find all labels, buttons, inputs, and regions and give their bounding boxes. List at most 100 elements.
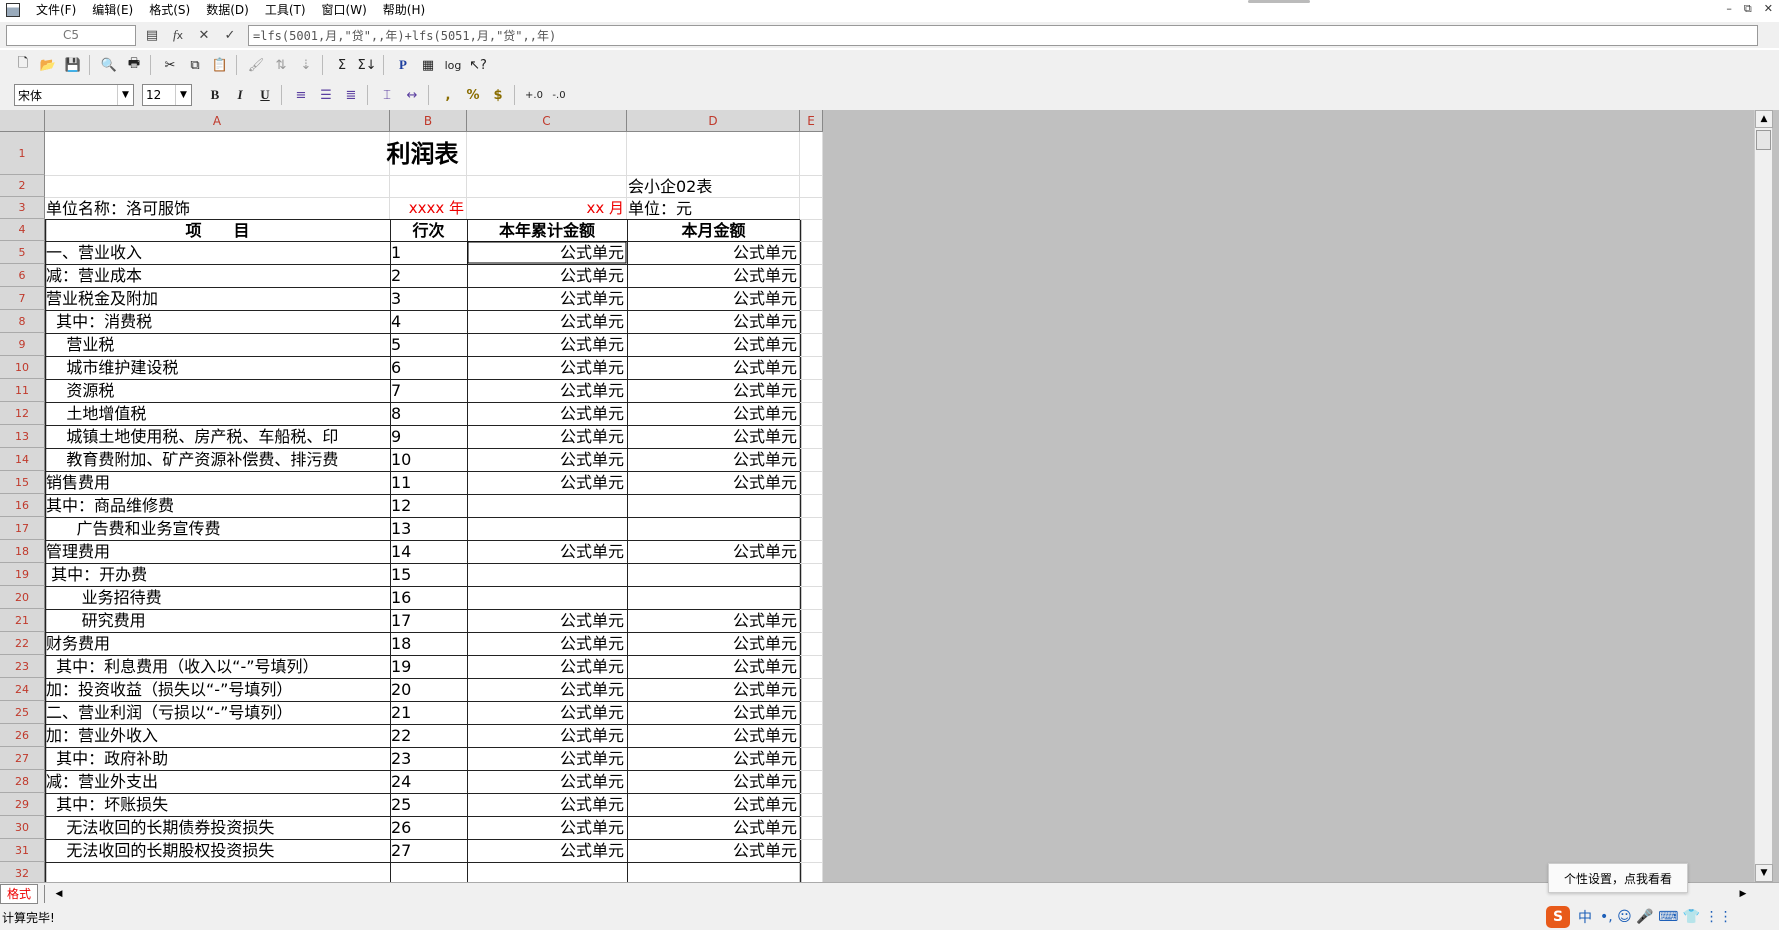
- row-header[interactable]: 1: [0, 132, 45, 175]
- cell-b14[interactable]: 10: [391, 449, 466, 471]
- cell-b3[interactable]: xxxx 年: [391, 198, 466, 219]
- cell-a16[interactable]: 其中：商品维修费: [46, 495, 389, 517]
- sogou-logo-icon[interactable]: S: [1546, 906, 1570, 928]
- cell-c8[interactable]: 公式单元: [468, 311, 626, 333]
- decrease-decimal-button[interactable]: -.0: [548, 84, 570, 106]
- cell-d10[interactable]: 公式单元: [628, 357, 799, 379]
- cell-a15[interactable]: 销售费用: [46, 472, 389, 494]
- scroll-up-icon[interactable]: ▲: [1755, 110, 1773, 128]
- cell-c25[interactable]: 公式单元: [468, 702, 626, 724]
- cell-b2[interactable]: [391, 176, 466, 197]
- row-header[interactable]: 24: [0, 678, 45, 701]
- cell-b23[interactable]: 19: [391, 656, 466, 678]
- sort-icon[interactable]: ⇅: [270, 54, 292, 76]
- cell-d28[interactable]: 公式单元: [628, 771, 799, 793]
- column-header-e[interactable]: E: [800, 110, 823, 132]
- cell-a4[interactable]: 项 目: [46, 220, 389, 241]
- cell-b24[interactable]: 20: [391, 679, 466, 701]
- cell-b16[interactable]: 12: [391, 495, 466, 517]
- formula-input[interactable]: =lfs(5001,月,"贷",,年)+lfs(5051,月,"贷",,年): [248, 24, 1758, 46]
- cell-d23[interactable]: 公式单元: [628, 656, 799, 678]
- fit-width-icon[interactable]: ↔: [401, 84, 423, 106]
- new-file-icon[interactable]: 🗋: [12, 54, 34, 76]
- cell-d9[interactable]: 公式单元: [628, 334, 799, 356]
- chevron-down-icon[interactable]: ▼: [117, 85, 133, 105]
- row-header[interactable]: 26: [0, 724, 45, 747]
- row-header[interactable]: 23: [0, 655, 45, 678]
- cell-a10[interactable]: 城市维护建设税: [46, 357, 389, 379]
- cell-d27[interactable]: 公式单元: [628, 748, 799, 770]
- cell-b8[interactable]: 4: [391, 311, 466, 333]
- cell-a31[interactable]: 无法收回的长期股权投资损失: [46, 840, 389, 862]
- function-list-icon[interactable]: ▤: [142, 25, 162, 45]
- bold-button[interactable]: B: [204, 84, 226, 106]
- menu-window[interactable]: 窗口(W): [314, 0, 375, 20]
- cell-d15[interactable]: 公式单元: [628, 472, 799, 494]
- ime-lang-toggle[interactable]: 中: [1578, 907, 1592, 927]
- cell-c30[interactable]: 公式单元: [468, 817, 626, 839]
- cell-d11[interactable]: 公式单元: [628, 380, 799, 402]
- cell-d24[interactable]: 公式单元: [628, 679, 799, 701]
- cell-c26[interactable]: 公式单元: [468, 725, 626, 747]
- row-header[interactable]: 22: [0, 632, 45, 655]
- print-preview-icon[interactable]: 🔍: [98, 54, 120, 76]
- row-header[interactable]: 28: [0, 770, 45, 793]
- cell-b15[interactable]: 11: [391, 472, 466, 494]
- cell-b25[interactable]: 21: [391, 702, 466, 724]
- cell-b7[interactable]: 3: [391, 288, 466, 310]
- help-pointer-icon[interactable]: ↖?: [467, 54, 489, 76]
- cell-b19[interactable]: 15: [391, 564, 466, 586]
- cell-c21[interactable]: 公式单元: [468, 610, 626, 632]
- row-header[interactable]: 13: [0, 425, 45, 448]
- cancel-icon[interactable]: ✕: [194, 25, 214, 45]
- increase-decimal-button[interactable]: +.0: [523, 84, 545, 106]
- cell-b10[interactable]: 6: [391, 357, 466, 379]
- cell-d14[interactable]: 公式单元: [628, 449, 799, 471]
- copy-icon[interactable]: ⧉: [184, 54, 206, 76]
- cell-c12[interactable]: 公式单元: [468, 403, 626, 425]
- row-header[interactable]: 17: [0, 517, 45, 540]
- row-header[interactable]: 14: [0, 448, 45, 471]
- cell-c10[interactable]: 公式单元: [468, 357, 626, 379]
- cell-c9[interactable]: 公式单元: [468, 334, 626, 356]
- cell-a24[interactable]: 加：投资收益（损失以“-”号填列）: [46, 679, 389, 701]
- cell-d16[interactable]: [628, 495, 799, 517]
- menu-help[interactable]: 帮助(H): [375, 0, 433, 20]
- cell-c6[interactable]: 公式单元: [468, 265, 626, 287]
- menu-data[interactable]: 数据(D): [198, 0, 257, 20]
- row-header[interactable]: 3: [0, 197, 45, 219]
- cell-a11[interactable]: 资源税: [46, 380, 389, 402]
- cell-d30[interactable]: 公式单元: [628, 817, 799, 839]
- sort-desc-icon[interactable]: ⇣: [295, 54, 317, 76]
- align-right-icon[interactable]: ≣: [340, 84, 362, 106]
- log-icon[interactable]: log: [442, 54, 464, 76]
- cell-a22[interactable]: 财务费用: [46, 633, 389, 655]
- cell-b11[interactable]: 7: [391, 380, 466, 402]
- column-header-a[interactable]: A: [45, 110, 390, 132]
- row-header[interactable]: 2: [0, 175, 45, 197]
- column-header-b[interactable]: B: [390, 110, 467, 132]
- cell-c3[interactable]: xx 月: [468, 198, 626, 219]
- cell-d5[interactable]: 公式单元: [628, 242, 799, 264]
- cell-d4[interactable]: 本月金额: [628, 220, 799, 241]
- save-icon[interactable]: 💾: [62, 54, 84, 76]
- cell-c24[interactable]: 公式单元: [468, 679, 626, 701]
- cell-a28[interactable]: 减：营业外支出: [46, 771, 389, 793]
- cell-b17[interactable]: 13: [391, 518, 466, 540]
- cell-c15[interactable]: 公式单元: [468, 472, 626, 494]
- ime-tooltip[interactable]: 个性设置，点我看看: [1548, 863, 1688, 893]
- row-header[interactable]: 29: [0, 793, 45, 816]
- currency-style-button[interactable]: $: [487, 84, 509, 106]
- row-header[interactable]: 10: [0, 356, 45, 379]
- cell-a2[interactable]: [46, 176, 389, 197]
- cell-d12[interactable]: 公式单元: [628, 403, 799, 425]
- menu-tools[interactable]: 工具(T): [257, 0, 314, 20]
- row-header[interactable]: 11: [0, 379, 45, 402]
- cell-a7[interactable]: 营业税金及附加: [46, 288, 389, 310]
- menu-format[interactable]: 格式(S): [141, 0, 198, 20]
- cell-d2[interactable]: 会小企02表: [628, 176, 799, 197]
- percent-style-button[interactable]: %: [462, 84, 484, 106]
- ime-tool-icons[interactable]: •, ☺ 🎤 ⌨ 👕 ⋮⋮: [1600, 909, 1733, 925]
- cell-d17[interactable]: [628, 518, 799, 540]
- cell-b6[interactable]: 2: [391, 265, 466, 287]
